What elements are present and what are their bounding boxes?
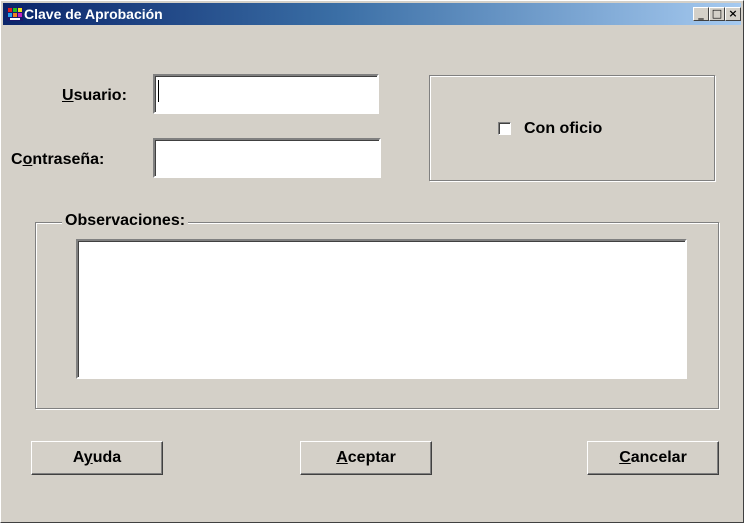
dialog-window: Clave de Aprobación _ □ × Usuario: Contr…: [0, 0, 744, 523]
observations-textarea[interactable]: [76, 239, 687, 379]
cancel-label-text: ancelar: [630, 449, 687, 466]
con-oficio-label[interactable]: Con oficio: [524, 120, 602, 138]
minimize-icon: _: [698, 7, 704, 20]
password-label: Contraseña:: [11, 151, 104, 169]
help-label-text: uda: [92, 449, 122, 466]
window-title: Clave de Aprobación: [24, 6, 163, 22]
password-label-text: ntraseña:: [32, 151, 105, 168]
help-label-mnemonic: y: [83, 449, 93, 466]
user-label-text: suario:: [73, 87, 127, 104]
close-button[interactable]: ×: [725, 7, 741, 21]
con-oficio-checkbox[interactable]: [498, 122, 511, 135]
cancel-button[interactable]: Cancelar: [587, 441, 719, 475]
help-button[interactable]: Ayuda: [31, 441, 163, 475]
cancel-label-mnemonic: C: [619, 449, 631, 466]
minimize-button[interactable]: _: [693, 7, 709, 21]
user-input[interactable]: [153, 74, 379, 114]
options-group: Con oficio: [429, 75, 715, 181]
accept-label-text: ceptar: [347, 449, 396, 466]
accept-button[interactable]: Aceptar: [300, 441, 432, 475]
title-bar[interactable]: Clave de Aprobación _ □ ×: [3, 3, 741, 25]
help-label-first: A: [72, 449, 84, 466]
observations-legend: Observaciones:: [62, 212, 189, 230]
app-icon: [7, 7, 23, 21]
password-label-mnemonic: o: [22, 151, 33, 168]
password-input[interactable]: [153, 138, 381, 178]
password-label-first: C: [11, 151, 23, 168]
user-label: Usuario:: [62, 87, 127, 105]
maximize-icon: □: [711, 7, 723, 20]
close-icon: ×: [728, 7, 738, 20]
text-caret: [158, 80, 159, 102]
user-label-mnemonic: U: [62, 87, 74, 104]
maximize-button[interactable]: □: [709, 7, 725, 21]
accept-label-mnemonic: A: [336, 449, 348, 466]
